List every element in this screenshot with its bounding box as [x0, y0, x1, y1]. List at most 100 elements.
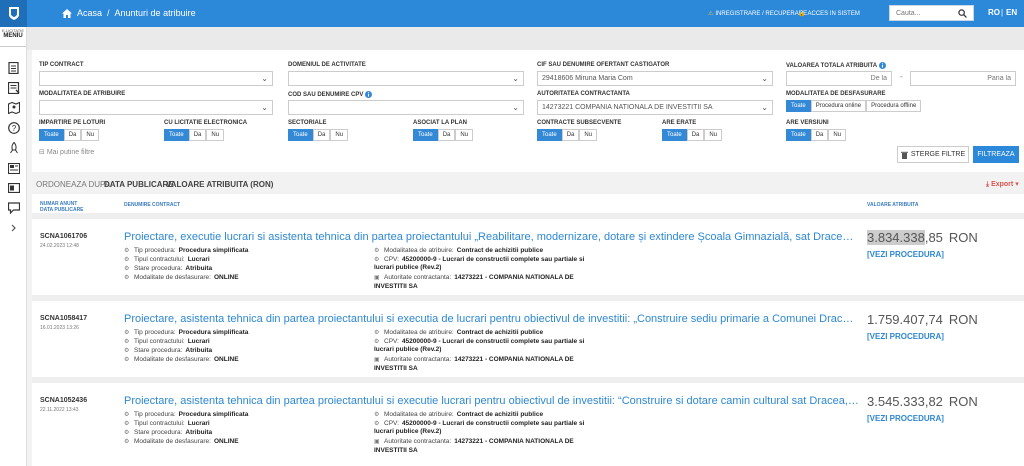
desfasurare-option-online[interactable]: Procedura online — [810, 100, 867, 112]
result-value: 3.545.333,82 RON — [867, 394, 978, 409]
sectoriale-option-da[interactable]: Da — [312, 129, 331, 141]
valoare-from-input[interactable] — [786, 71, 892, 86]
sidebar-item-news[interactable] — [0, 158, 27, 178]
top-bar: Acasa / Anunturi de atribuire ⚠ INREGIST… — [0, 0, 1024, 27]
sectoriale-option-toate[interactable]: Toate — [288, 129, 313, 141]
menu-label: MENIU — [3, 33, 23, 39]
cpv-select[interactable]: ⌄ — [288, 100, 524, 115]
view-procedure-link[interactable]: [VEZI PROCEDURA] — [867, 414, 944, 423]
desfasurare-toggle: Toate Procedura online Procedura offline — [786, 100, 922, 112]
export-button[interactable]: ⤓ Export ▾ — [986, 180, 1019, 189]
subsecvente-option-da[interactable]: Da — [561, 129, 580, 141]
sidebar-item-list[interactable] — [0, 78, 27, 98]
detail-atribuire: ⚙ Modalitatea de atribuire: Contract de ac… — [374, 329, 543, 337]
subsecvente-option-toate[interactable]: Toate — [537, 129, 562, 141]
gears-icon: ⚙ — [124, 257, 130, 263]
lang-separator: | — [1001, 8, 1004, 17]
asociat-option-da[interactable]: Da — [437, 129, 456, 141]
erate-option-da[interactable]: Da — [686, 129, 705, 141]
detail-value: ONLINE — [213, 438, 239, 445]
gears-icon: ⚙ — [124, 430, 130, 436]
view-procedure-link[interactable]: [VEZI PROCEDURA] — [867, 332, 944, 341]
detail-cpv-cont: lucrari publice (Rev.2) — [374, 264, 441, 272]
sidebar-item-chat[interactable] — [0, 198, 27, 218]
info-icon[interactable] — [365, 91, 373, 98]
loturi-option-da[interactable]: Da — [63, 129, 82, 141]
desfasurare-option-offline[interactable]: Procedura offline — [866, 100, 922, 112]
sort-by-date[interactable]: DATA PUBLICARE — [104, 180, 174, 189]
lang-ro[interactable]: RO — [988, 8, 1000, 17]
versiuni-toggle: Toate Da Nu — [786, 129, 847, 141]
register-link[interactable]: ⚠ INREGISTRARE / RECUPERARE — [708, 10, 807, 18]
view-procedure-link[interactable]: [VEZI PROCEDURA] — [867, 250, 944, 259]
result-title-link[interactable]: Proiectare, asistenta tehnica din partea… — [124, 395, 859, 407]
licitatie-option-da[interactable]: Da — [188, 129, 207, 141]
detail-label: Stare procedura: — [134, 347, 183, 354]
gears-icon: ⚙ — [374, 330, 380, 336]
download-icon: ⤓ — [986, 181, 990, 188]
detail-label: Modalitatea de atribuire: — [384, 411, 454, 418]
sectoriale-label: SECTORIALE — [288, 120, 327, 126]
result-value: 3.834.338,85 RON — [867, 230, 978, 245]
asociat-option-toate[interactable]: Toate — [413, 129, 438, 141]
search-input[interactable] — [890, 6, 958, 20]
less-filters-link[interactable]: ⊟ Mai putine filtre — [39, 148, 94, 156]
result-title-link[interactable]: Proiectare, asistenta tehnica din partea… — [124, 313, 859, 325]
detail-value: 14273221 - COMPANIA NATIONALA DE — [454, 438, 574, 445]
sidebar: E-LICITATIE MENIU ? — [0, 27, 27, 466]
gears-icon: ⚙ — [124, 330, 130, 336]
logo[interactable] — [0, 0, 27, 27]
currency-label: RON — [948, 394, 978, 409]
versiuni-option-toate[interactable]: Toate — [786, 129, 811, 141]
valoare-to-input[interactable] — [910, 71, 1016, 86]
detail-label: Tip procedura: — [134, 247, 176, 254]
detail-autoritate-cont: INVESTITII SA — [374, 447, 418, 455]
gears-icon: ⚙ — [124, 248, 130, 254]
sectoriale-option-nu[interactable]: Nu — [330, 129, 349, 141]
modalitatea-select[interactable]: ⌄ — [39, 100, 273, 115]
tip-contract-select[interactable]: ⌄ — [39, 71, 273, 86]
building-icon: ▣ — [374, 357, 380, 363]
sidebar-item-documents[interactable] — [0, 58, 27, 78]
subsecvente-option-nu[interactable]: Nu — [579, 129, 598, 141]
cif-select[interactable]: 29418606 Miruna Maria Com ⌄ — [537, 71, 773, 86]
licitatie-option-toate[interactable]: Toate — [164, 129, 189, 141]
autoritatea-select[interactable]: 14273221 COMPANIA NATIONALA DE INVESTITI… — [537, 100, 773, 115]
desfasurare-option-toate[interactable]: Toate — [786, 100, 811, 112]
erate-option-toate[interactable]: Toate — [662, 129, 687, 141]
gears-icon: ⚙ — [374, 248, 380, 254]
gears-icon: ⚙ — [374, 339, 380, 345]
sidebar-expand[interactable] — [0, 218, 27, 238]
result-title-link[interactable]: Proiectare, executie lucrari si asistent… — [124, 231, 859, 243]
detail-value: lucrari publice (Rev.2) — [374, 264, 442, 271]
map-icon — [7, 102, 20, 114]
versiuni-label: ARE VERSIUNI — [786, 120, 829, 126]
lang-en[interactable]: EN — [1006, 8, 1017, 17]
sidebar-item-launch[interactable] — [0, 138, 27, 158]
asociat-option-nu[interactable]: Nu — [455, 129, 474, 141]
breadcrumb-home[interactable]: Acasa — [77, 8, 102, 18]
menu-toggle[interactable]: E-LICITATIE MENIU — [0, 27, 26, 47]
sidebar-item-help[interactable]: ? — [0, 118, 27, 138]
versiuni-option-nu[interactable]: Nu — [828, 129, 847, 141]
licitatie-option-nu[interactable]: Nu — [206, 129, 225, 141]
filter-button[interactable]: FILTREAZA — [973, 146, 1019, 163]
detail-label: Modalitate de desfasurare: — [134, 438, 211, 445]
gears-icon: ⚙ — [124, 412, 130, 418]
loturi-option-toate[interactable]: Toate — [39, 129, 64, 141]
access-link[interactable]: 🔒 ACCES IN SISTEM — [798, 10, 860, 18]
sidebar-item-map[interactable] — [0, 98, 27, 118]
results-panel: NUMAR ANUNT DATA PUBLICARE DENUMIRE CONT… — [32, 194, 1024, 466]
versiuni-option-da[interactable]: Da — [810, 129, 829, 141]
detail-tipul-contractului: ⚙ Tipul contractului: Lucrari — [124, 256, 210, 264]
sort-by-value[interactable]: VALOARE ATRIBUITA (RON) — [166, 180, 273, 189]
home-icon[interactable] — [62, 8, 72, 18]
info-icon[interactable] — [879, 62, 887, 69]
loturi-option-nu[interactable]: Nu — [81, 129, 100, 141]
domeniu-select[interactable]: ⌄ — [288, 71, 524, 86]
erate-option-nu[interactable]: Nu — [704, 129, 723, 141]
search-icon[interactable] — [958, 8, 967, 18]
sidebar-item-id[interactable] — [0, 178, 27, 198]
detail-value: 14273221 - COMPANIA NATIONALA DE — [454, 274, 574, 281]
clear-filters-button[interactable]: STERGE FILTRE — [897, 146, 969, 163]
